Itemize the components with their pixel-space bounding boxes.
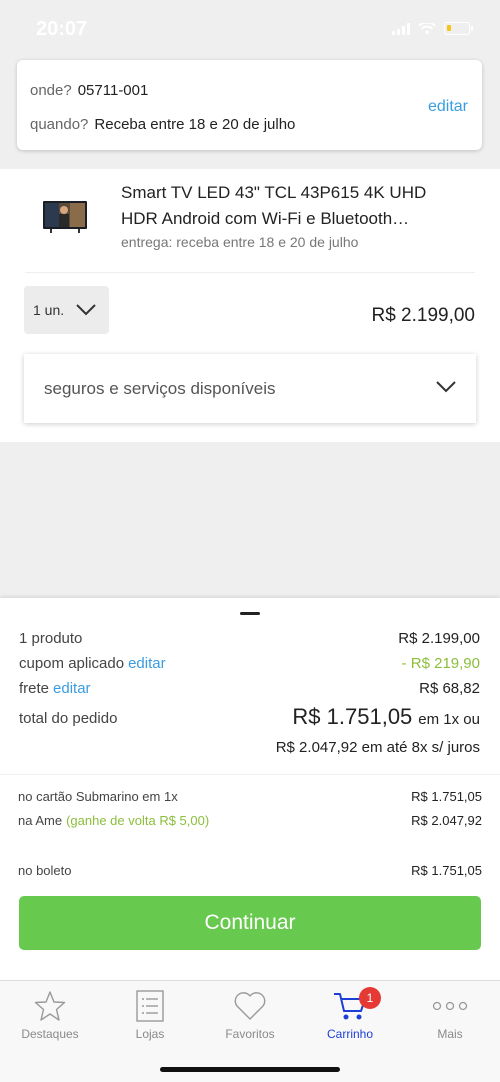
services-label: seguros e serviços disponíveis — [44, 378, 276, 398]
status-bar: 20:07 — [0, 0, 500, 60]
total-value: R$ 1.751,05 — [292, 704, 413, 729]
tab-destaques[interactable]: Destaques — [0, 989, 100, 1041]
ame-label: na Ame — [18, 813, 63, 828]
product-section: Smart TV LED 43" TCL 43P615 4K UHD HDR A… — [0, 169, 500, 442]
ame-value: R$ 2.047,92 — [411, 813, 482, 828]
total-label: total do pedido — [19, 710, 118, 727]
where-label: onde? — [30, 82, 72, 99]
card-value: R$ 1.751,05 — [411, 789, 482, 804]
card-label: no cartão Submarino em 1x — [18, 789, 178, 804]
battery-icon — [444, 22, 473, 35]
product-price: R$ 2.199,00 — [371, 305, 475, 326]
heart-icon — [233, 989, 267, 1023]
tab-label: Mais — [437, 1027, 463, 1041]
coupon-label: cupom aplicado — [19, 655, 125, 672]
total-suffix: em 1x ou — [418, 711, 480, 728]
tab-label: Lojas — [135, 1027, 165, 1041]
chevron-down-icon — [436, 381, 456, 393]
status-time: 20:07 — [36, 18, 88, 40]
status-icons — [392, 22, 473, 35]
divider — [0, 774, 500, 775]
product-thumbnail[interactable] — [42, 195, 88, 241]
products-value: R$ 2.199,00 — [398, 630, 480, 647]
tab-label: Favoritos — [225, 1027, 275, 1041]
edit-delivery-link[interactable]: editar — [428, 98, 468, 116]
when-label: quando? — [30, 116, 89, 133]
star-icon — [34, 989, 66, 1023]
quantity-value: 1 un. — [33, 302, 65, 318]
tab-mais[interactable]: Mais — [400, 989, 500, 1041]
installments-text: R$ 2.047,92 em até 8x s/ juros — [275, 739, 480, 756]
payment-boleto-row: no boleto R$ 1.751,05 — [18, 863, 482, 878]
edit-shipping-link[interactable]: editar — [53, 680, 91, 697]
services-dropdown[interactable]: seguros e serviços disponíveis — [24, 354, 476, 423]
where-value: 05711-001 — [77, 82, 149, 99]
tab-label: Carrinho — [326, 1027, 374, 1041]
quantity-select[interactable]: 1 un. — [24, 286, 109, 334]
total-value-group: R$ 1.751,05 em 1x ou — [292, 704, 480, 730]
summary-coupon-row: cupom aplicado editar - R$ 219,90 — [19, 655, 480, 672]
tab-favoritos[interactable]: Favoritos — [200, 989, 300, 1041]
ame-cashback: (ganhe de volta R$ 5,00) — [66, 813, 210, 828]
tab-lojas[interactable]: Lojas — [100, 989, 200, 1041]
coupon-value: - R$ 219,90 — [401, 655, 480, 672]
cart-icon: 1 — [333, 987, 381, 1023]
signal-icon — [392, 22, 410, 35]
products-label: 1 produto — [19, 630, 83, 647]
boleto-label: no boleto — [18, 863, 72, 878]
payment-card-row: no cartão Submarino em 1x R$ 1.751,05 — [18, 789, 482, 804]
shipping-label: frete — [19, 680, 50, 697]
product-delivery-estimate: entrega: receba entre 18 e 20 de julho — [121, 234, 359, 250]
payment-ame-row: na Ame (ganhe de volta R$ 5,00) R$ 2.047,… — [18, 813, 482, 828]
wifi-icon — [418, 22, 436, 34]
divider — [25, 272, 475, 273]
when-value: Receba entre 18 e 20 de julho — [94, 116, 296, 133]
delivery-card: onde? 05711-001 quando? Receba entre 18 e … — [17, 60, 482, 150]
delivery-when-row: quando? Receba entre 18 e 20 de julho — [30, 116, 295, 133]
cart-count-badge: 1 — [359, 987, 381, 1009]
shipping-value: R$ 68,82 — [419, 680, 480, 697]
boleto-value: R$ 1.751,05 — [411, 863, 482, 878]
continue-button[interactable]: Continuar — [19, 896, 481, 950]
chevron-down-icon — [76, 304, 96, 316]
more-icon — [432, 989, 468, 1023]
edit-coupon-link[interactable]: editar — [128, 655, 166, 672]
product-title[interactable]: Smart TV LED 43" TCL 43P615 4K UHD HDR A… — [121, 180, 461, 232]
summary-products-row: 1 produto R$ 2.199,00 — [19, 630, 480, 647]
tab-label: Destaques — [21, 1027, 79, 1041]
list-icon — [135, 989, 165, 1023]
delivery-where-row: onde? 05711-001 — [30, 82, 148, 99]
summary-shipping-row: frete editar R$ 68,82 — [19, 680, 480, 697]
tab-carrinho[interactable]: 1 Carrinho — [300, 987, 400, 1041]
sheet-drag-handle[interactable] — [240, 612, 260, 615]
home-indicator — [160, 1067, 340, 1072]
tab-bar: Destaques Lojas Favoritos 1 Carrinho Mai… — [0, 980, 500, 1082]
order-summary-sheet: 1 produto R$ 2.199,00 cupom aplicado edit… — [0, 598, 500, 980]
